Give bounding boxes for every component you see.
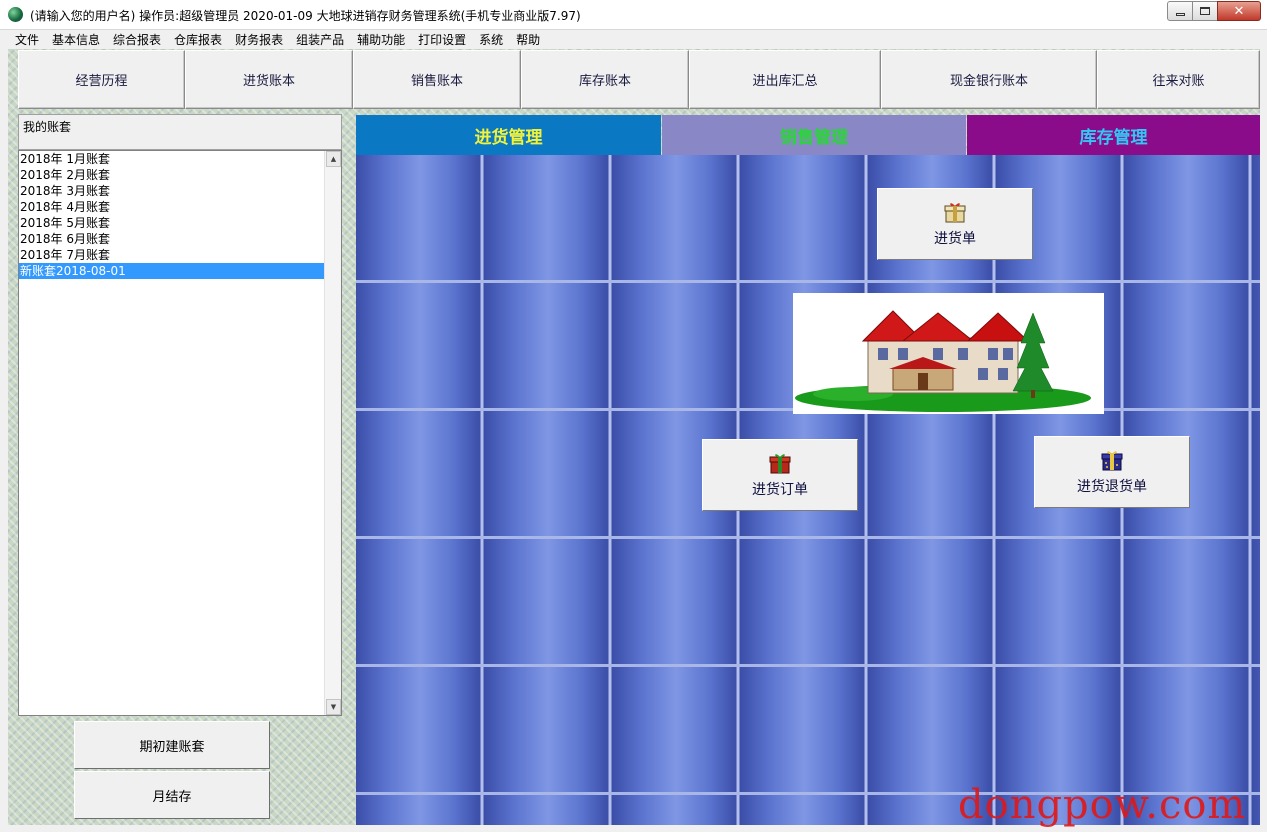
red-gift-box-icon — [769, 454, 791, 474]
scroll-up-icon[interactable]: ▲ — [326, 151, 341, 167]
list-item[interactable]: 新账套2018-08-01 — [19, 263, 324, 279]
menu-bar: 文件 基本信息 综合报表 仓库报表 财务报表 组装产品 辅助功能 打印设置 系统… — [8, 30, 1260, 49]
blue-gift-box-icon — [1101, 451, 1123, 471]
menu-finance-reports[interactable]: 财务报表 — [228, 31, 289, 48]
maximize-icon — [1200, 7, 1210, 15]
close-icon: ✕ — [1233, 3, 1245, 19]
inventory-ledger-button[interactable]: 库存账本 — [521, 50, 689, 109]
opening-account-button[interactable]: 期初建账套 — [74, 721, 270, 769]
list-item[interactable]: 2018年 7月账套 — [19, 247, 324, 263]
minimize-button[interactable] — [1167, 1, 1193, 21]
menu-basic-info[interactable]: 基本信息 — [45, 31, 106, 48]
window-title: (请输入您的用户名) 操作员:超级管理员 2020-01-09 大地球进销存财务… — [30, 9, 581, 23]
account-sets-list[interactable]: 2018年 1月账套 2018年 2月账套 2018年 3月账套 2018年 4月账套… — [18, 150, 342, 716]
list-item[interactable]: 2018年 3月账套 — [19, 183, 324, 199]
list-item[interactable]: 2018年 1月账套 — [19, 151, 324, 167]
sales-ledger-button[interactable]: 销售账本 — [353, 50, 521, 109]
maximize-button[interactable] — [1192, 1, 1218, 21]
purchase-order-label: 进货订单 — [752, 482, 808, 498]
stock-summary-button[interactable]: 进出库汇总 — [689, 50, 881, 109]
tab-purchase[interactable]: 进货管理 — [356, 115, 661, 155]
list-item[interactable]: 2018年 2月账套 — [19, 167, 324, 183]
purchase-return-label: 进货退货单 — [1077, 479, 1147, 495]
menu-tools[interactable]: 辅助功能 — [350, 31, 411, 48]
globe-icon — [8, 7, 23, 22]
list-scrollbar[interactable]: ▲ ▼ — [324, 151, 341, 715]
menu-file[interactable]: 文件 — [8, 31, 45, 48]
month-end-button[interactable]: 月结存 — [74, 771, 270, 819]
scroll-down-icon[interactable]: ▼ — [326, 699, 341, 715]
menu-print-settings[interactable]: 打印设置 — [411, 31, 472, 48]
list-item[interactable]: 2018年 5月账套 — [19, 215, 324, 231]
house-illustration — [793, 293, 1104, 414]
purchase-order-button[interactable]: 进货订单 — [702, 439, 858, 511]
reconciliation-button[interactable]: 往来对账 — [1097, 50, 1260, 109]
close-button[interactable]: ✕ — [1217, 1, 1261, 21]
purchase-ledger-button[interactable]: 进货账本 — [185, 50, 353, 109]
cash-bank-ledger-button[interactable]: 现金银行账本 — [881, 50, 1097, 109]
purchase-return-button[interactable]: 进货退货单 — [1034, 436, 1190, 508]
purchase-form-label: 进货单 — [934, 231, 976, 247]
window-controls: ✕ — [1167, 1, 1261, 21]
menu-assembly[interactable]: 组装产品 — [289, 31, 350, 48]
menu-help[interactable]: 帮助 — [509, 31, 546, 48]
menu-system[interactable]: 系统 — [472, 31, 509, 48]
list-item[interactable]: 2018年 4月账套 — [19, 199, 324, 215]
gift-box-icon — [944, 203, 966, 223]
purchase-order-form-button[interactable]: 进货单 — [877, 188, 1033, 260]
business-history-button[interactable]: 经营历程 — [18, 50, 185, 109]
watermark-text: dongpow.com — [958, 782, 1247, 828]
menu-warehouse-reports[interactable]: 仓库报表 — [167, 31, 228, 48]
menu-summary-reports[interactable]: 综合报表 — [106, 31, 167, 48]
tab-inventory[interactable]: 库存管理 — [967, 115, 1260, 155]
house-image — [795, 310, 1091, 412]
tab-sales[interactable]: 销售管理 — [662, 115, 966, 155]
title-bar: (请输入您的用户名) 操作员:超级管理员 2020-01-09 大地球进销存财务… — [0, 0, 1267, 30]
minimize-icon — [1175, 12, 1185, 16]
toolbar: 经营历程 进货账本 销售账本 库存账本 进出库汇总 现金银行账本 往来对账 — [18, 50, 1260, 109]
account-sets-header: 我的账套 — [18, 114, 342, 150]
list-item[interactable]: 2018年 6月账套 — [19, 231, 324, 247]
account-rows: 2018年 1月账套 2018年 2月账套 2018年 3月账套 2018年 4月账套… — [19, 151, 324, 279]
